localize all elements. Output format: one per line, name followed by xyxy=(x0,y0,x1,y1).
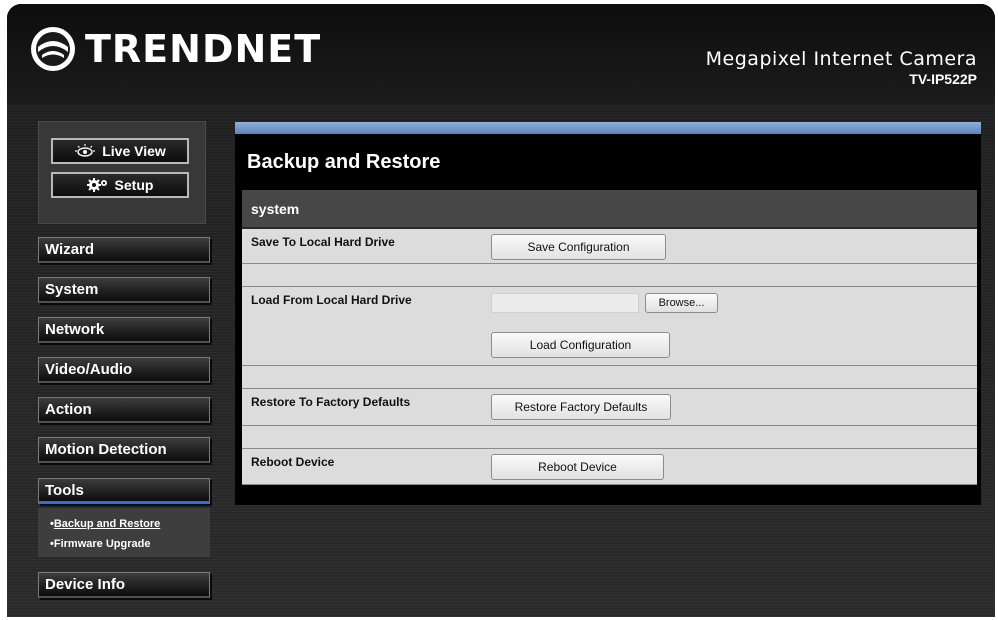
save-configuration-button[interactable]: Save Configuration xyxy=(491,234,666,260)
menu-motion-detection[interactable]: Motion Detection xyxy=(38,437,210,463)
trendnet-logo: TRENDNET xyxy=(29,24,321,74)
menu-video-audio[interactable]: Video/Audio xyxy=(38,357,210,383)
sidebar: Live View Setup Wizard System Network Vi… xyxy=(38,121,218,598)
restore-factory-defaults-button[interactable]: Restore Factory Defaults xyxy=(491,394,671,420)
gears-icon xyxy=(86,178,107,192)
title-accent-bar xyxy=(235,122,981,134)
submenu-label: Backup and Restore xyxy=(53,518,161,530)
submenu-backup-restore[interactable]: • Backup and Restore xyxy=(50,514,210,534)
tools-submenu: • Backup and Restore • Firmware Upgrade xyxy=(38,508,210,557)
setup-button[interactable]: Setup xyxy=(51,172,189,198)
reboot-label: Reboot Device xyxy=(251,455,335,469)
row-save-local: Save To Local Hard Drive Save Configurat… xyxy=(242,229,977,264)
live-view-label: Live View xyxy=(102,143,166,159)
config-file-field[interactable] xyxy=(491,293,639,313)
brand-name: TRENDNET xyxy=(85,27,322,71)
save-local-label: Save To Local Hard Drive xyxy=(251,235,395,249)
row-load-local: Load From Local Hard Drive Browse... Loa… xyxy=(242,287,977,366)
page-title: Backup and Restore xyxy=(247,151,441,173)
load-local-label: Load From Local Hard Drive xyxy=(251,293,412,307)
submenu-label: Firmware Upgrade xyxy=(53,538,151,550)
menu-system[interactable]: System xyxy=(38,277,210,303)
browse-button[interactable]: Browse... xyxy=(645,293,718,313)
product-info: Megapixel Internet Camera TV-IP522P xyxy=(706,48,977,87)
menu-action[interactable]: Action xyxy=(38,397,210,423)
row-spacer xyxy=(242,264,977,287)
settings-table: system Save To Local Hard Drive Save Con… xyxy=(242,190,977,485)
menu-network[interactable]: Network xyxy=(38,317,210,343)
section-header: system xyxy=(242,190,977,229)
main-panel: Backup and Restore system Save To Local … xyxy=(235,122,981,505)
setup-label: Setup xyxy=(114,177,154,193)
reboot-device-button[interactable]: Reboot Device xyxy=(491,454,664,480)
header: TRENDNET Megapixel Internet Camera TV-IP… xyxy=(7,4,995,104)
submenu-firmware-upgrade[interactable]: • Firmware Upgrade xyxy=(50,534,210,554)
load-configuration-button[interactable]: Load Configuration xyxy=(491,332,670,358)
row-spacer xyxy=(242,426,977,449)
eye-icon xyxy=(75,144,96,157)
mode-panel: Live View Setup xyxy=(38,121,206,224)
menu-wizard[interactable]: Wizard xyxy=(38,237,210,263)
row-spacer xyxy=(242,366,977,389)
product-model: TV-IP522P xyxy=(909,71,977,87)
row-restore-defaults: Restore To Factory Defaults Restore Fact… xyxy=(242,389,977,426)
menu-device-info[interactable]: Device Info xyxy=(38,572,210,598)
trendnet-logo-icon xyxy=(31,27,75,71)
restore-defaults-label: Restore To Factory Defaults xyxy=(251,395,411,409)
app-frame: TRENDNET Megapixel Internet Camera TV-IP… xyxy=(7,4,995,617)
menu-tools[interactable]: Tools xyxy=(38,478,210,504)
live-view-button[interactable]: Live View xyxy=(51,138,189,164)
row-reboot: Reboot Device Reboot Device xyxy=(242,449,977,485)
product-name: Megapixel Internet Camera xyxy=(705,48,977,70)
